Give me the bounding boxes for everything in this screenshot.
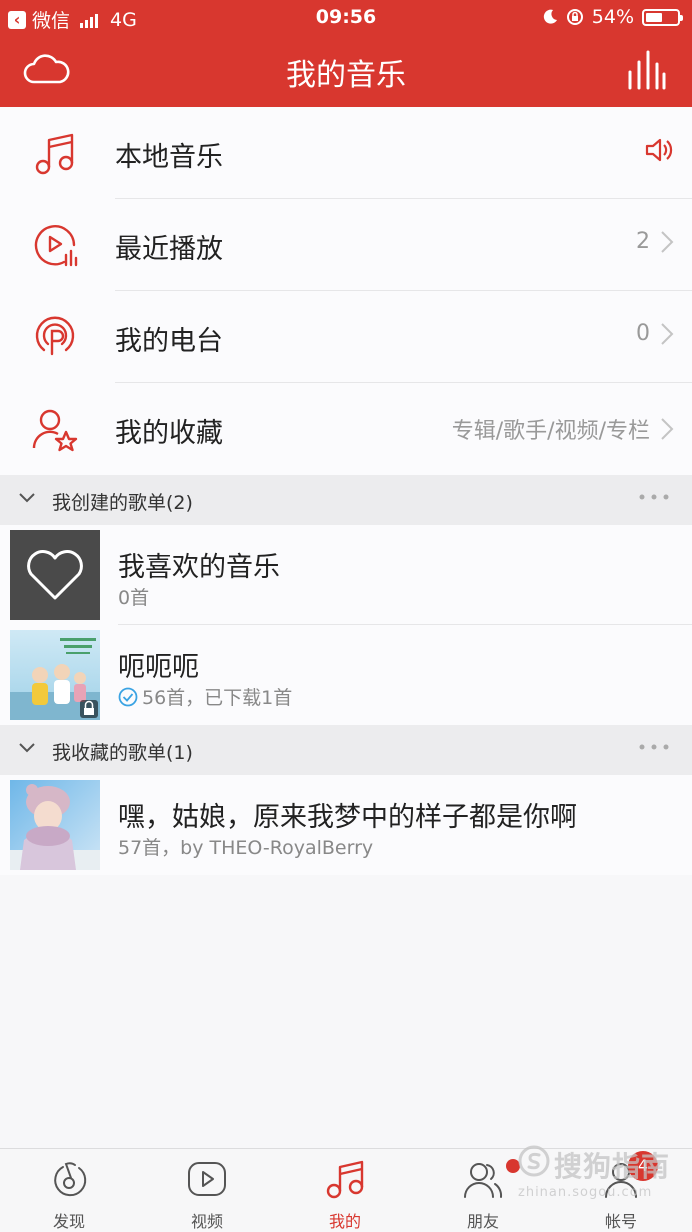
friends-icon (464, 1163, 503, 1198)
watermark-url: zhinan.sogou.com (518, 1185, 653, 1200)
tab-label: 朋友 (466, 1212, 499, 1231)
battery-icon (642, 8, 683, 26)
tab-label: 我的 (328, 1212, 361, 1231)
playlist-cover (10, 530, 100, 620)
chevron-down-icon (19, 493, 35, 503)
menu-label: 我的电台 (115, 326, 223, 357)
speaker-icon (645, 138, 673, 162)
playlist-cover (10, 780, 100, 870)
tab-label: 帐号 (604, 1212, 637, 1231)
playlist-item[interactable]: 呃呃呃 56首，已下载1首 (0, 625, 692, 725)
more-icon[interactable] (638, 487, 670, 507)
menu-my-radio[interactable]: 我的电台 0 (0, 291, 692, 383)
favorite-user-icon (32, 409, 78, 452)
playlist-count: 0首 (118, 587, 150, 609)
sogou-logo-icon (518, 1145, 550, 1177)
section-title: 我收藏的歌单(1) (52, 742, 193, 764)
section-title: 我创建的歌单(2) (52, 492, 193, 514)
menu-local-music[interactable]: 本地音乐 (0, 107, 692, 199)
favorites-hint: 专辑/歌手/视频/专栏 (451, 419, 650, 444)
tab-discover[interactable]: 发现 (0, 1149, 138, 1231)
playlist-count: 56首，已下载1首 (142, 687, 293, 709)
downloaded-check-icon (118, 687, 138, 706)
playlist-photo-image (10, 780, 100, 870)
my-music-menu: 本地音乐 最近播放 2 我的电台 0 我的收藏 专辑/歌手/视频/专栏 (0, 107, 692, 475)
collected-playlists-header[interactable]: 我收藏的歌单(1) (0, 725, 692, 775)
chevron-down-icon (19, 743, 35, 753)
heart-icon (27, 550, 83, 600)
chevron-right-icon (661, 230, 674, 253)
playlist-cover (10, 630, 100, 720)
playlist-item[interactable]: 嘿，姑娘，原来我梦中的样子都是你啊 57首，by THEO-RoyalBerry (0, 775, 692, 875)
playlist-name: 嘿，姑娘，原来我梦中的样子都是你啊 (118, 802, 577, 833)
chevron-right-icon (661, 418, 674, 440)
menu-label: 本地音乐 (115, 142, 223, 173)
menu-recent-play[interactable]: 最近播放 2 (0, 199, 692, 291)
playlist-name: 呃呃呃 (118, 652, 199, 683)
playlist-count: 57首，by THEO-RoyalBerry (118, 837, 374, 859)
music-note-icon (35, 133, 74, 175)
album-art-image (10, 630, 100, 720)
tab-label: 发现 (52, 1212, 85, 1231)
more-icon[interactable] (638, 737, 670, 757)
discover-icon (54, 1162, 87, 1197)
radio-icon (35, 316, 75, 356)
recent-play-icon (34, 225, 78, 267)
playlist-name: 我喜欢的音乐 (118, 552, 280, 583)
created-playlists-header[interactable]: 我创建的歌单(2) (0, 475, 692, 525)
sogou-watermark: 搜狗指南 zhinan.sogou.com (518, 1140, 688, 1210)
video-icon (188, 1162, 226, 1196)
battery-percent: 54% (591, 6, 634, 28)
menu-label: 我的收藏 (115, 418, 223, 449)
page-title: 我的音乐 (286, 58, 406, 93)
tab-label: 视频 (190, 1212, 223, 1231)
music-note-icon (326, 1160, 364, 1199)
status-bar: ‹ 微信 4G 09:56 54% (0, 0, 692, 36)
chevron-right-icon (661, 322, 674, 345)
moon-icon (543, 9, 557, 24)
playlist-item[interactable]: 我喜欢的音乐 0首 (0, 525, 692, 625)
equalizer-icon[interactable] (626, 50, 666, 90)
radio-count: 0 (636, 321, 650, 346)
recent-count: 2 (636, 229, 650, 254)
menu-my-favorites[interactable]: 我的收藏 专辑/歌手/视频/专栏 (0, 383, 692, 475)
menu-label: 最近播放 (115, 234, 223, 265)
rotation-lock-icon (566, 9, 583, 25)
tab-mine[interactable]: 我的 (276, 1149, 414, 1231)
tab-video[interactable]: 视频 (138, 1149, 276, 1231)
watermark-text: 搜狗指南 (554, 1150, 671, 1183)
app-header: ‹ 微信 4G 09:56 54% 我的音乐 (0, 0, 692, 107)
